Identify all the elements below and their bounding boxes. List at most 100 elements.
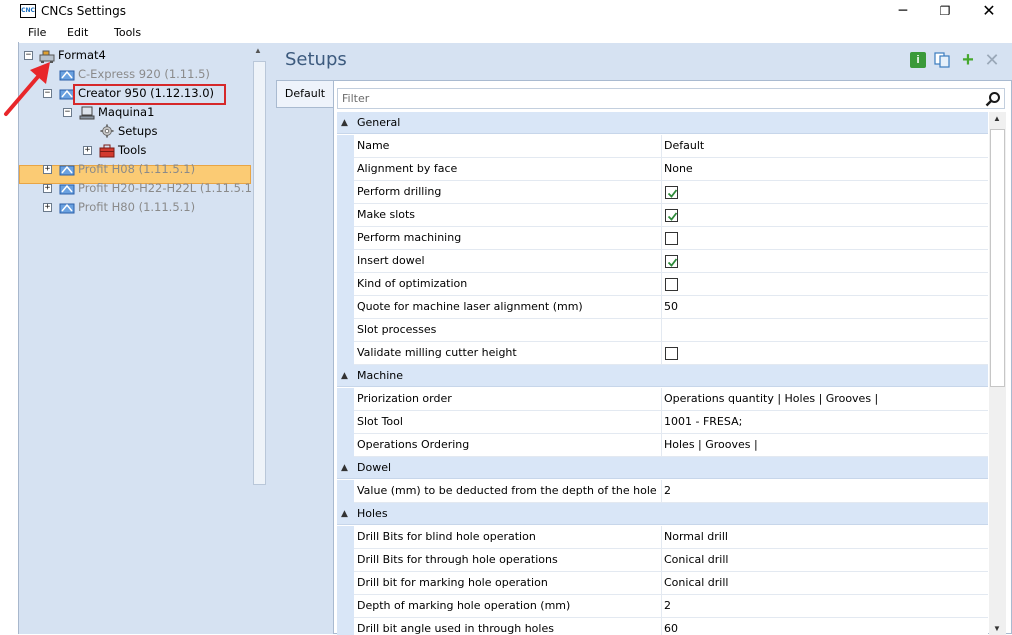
property-row[interactable]: Drill Bits for through hole operations Co…: [337, 549, 988, 572]
checkbox-checked[interactable]: [665, 209, 678, 222]
expand-icon[interactable]: +: [43, 184, 52, 193]
search-icon[interactable]: [985, 91, 1001, 107]
property-row[interactable]: Priorization order Operations quantity | …: [337, 388, 988, 411]
gear-icon: [100, 124, 114, 138]
machine-icon: [79, 106, 95, 120]
collapse-icon[interactable]: ▲: [341, 503, 348, 525]
property-row[interactable]: Kind of optimization: [337, 273, 988, 296]
collapse-icon[interactable]: ▲: [341, 112, 348, 134]
property-row[interactable]: Alignment by face None: [337, 158, 988, 181]
property-value[interactable]: Default: [664, 135, 704, 157]
maximize-button[interactable]: ❐: [922, 0, 968, 24]
property-value[interactable]: 60: [664, 618, 678, 635]
property-value[interactable]: 2: [664, 480, 671, 502]
minimize-button[interactable]: ─: [880, 0, 926, 24]
menu-file[interactable]: File: [28, 26, 46, 39]
category-label: Dowel: [357, 461, 392, 474]
grid-scrollbar[interactable]: ▲ ▼: [989, 112, 1006, 635]
tree-item-profit-h20[interactable]: + Profit H20-H22-H22L (1.11.5.1): [19, 179, 256, 198]
checkbox-checked[interactable]: [665, 186, 678, 199]
tab-default[interactable]: Default: [276, 80, 333, 108]
property-value[interactable]: None: [664, 158, 693, 180]
property-value[interactable]: Operations quantity | Holes | Grooves |: [664, 388, 878, 410]
scroll-up-icon[interactable]: ▲: [993, 114, 1001, 123]
property-row[interactable]: Perform machining: [337, 227, 988, 250]
collapse-icon[interactable]: ▲: [341, 365, 348, 387]
tree-item-profit-h80[interactable]: + Profit H80 (1.11.5.1): [19, 198, 249, 217]
tree-item-setups[interactable]: Setups: [19, 122, 249, 141]
category-general[interactable]: ▲ General: [337, 112, 988, 134]
menu-tools[interactable]: Tools: [114, 26, 141, 39]
property-row[interactable]: Insert dowel: [337, 250, 988, 273]
property-value[interactable]: Holes | Grooves |: [664, 434, 758, 456]
property-row[interactable]: Slot Tool 1001 - FRESA;: [337, 411, 988, 434]
delete-icon[interactable]: ✕: [984, 51, 1000, 69]
collapse-icon[interactable]: −: [63, 108, 72, 117]
property-name: Perform machining: [357, 231, 462, 244]
property-row[interactable]: Validate milling cutter height: [337, 342, 988, 365]
checkbox-unchecked[interactable]: [665, 232, 678, 245]
scroll-up-icon[interactable]: ▲: [254, 46, 262, 55]
tree-scrollbar[interactable]: ▲: [251, 43, 268, 634]
tree-label: Profit H80 (1.11.5.1): [78, 200, 196, 214]
check-icon: [667, 258, 678, 267]
category-label: General: [357, 116, 401, 129]
property-row[interactable]: Name Default: [337, 135, 988, 158]
expand-icon[interactable]: +: [83, 146, 92, 155]
cnc-icon: [59, 165, 75, 176]
property-row[interactable]: Drill Bits for blind hole operation Norma…: [337, 526, 988, 549]
property-grid: ▲ General Name Default Alignment by face N…: [337, 112, 988, 635]
tree-label: C-Express 920 (1.11.5): [78, 67, 210, 81]
property-row[interactable]: Value (mm) to be deducted from the depth…: [337, 480, 988, 503]
checkbox-unchecked[interactable]: [665, 278, 678, 291]
property-row[interactable]: Perform drilling: [337, 181, 988, 204]
tree-item-profit-h08[interactable]: + Profit H08 (1.11.5.1): [19, 160, 249, 179]
cnc-icon: [59, 184, 75, 195]
filter-input[interactable]: Filter: [337, 88, 1005, 109]
check-icon: [667, 212, 678, 221]
property-row[interactable]: Operations Ordering Holes | Grooves |: [337, 434, 988, 457]
cnc-icon: [59, 203, 75, 214]
app-icon: CNC: [20, 4, 36, 18]
property-value[interactable]: 2: [664, 595, 671, 617]
tree-label: Maquina1: [98, 105, 155, 119]
property-row[interactable]: Make slots: [337, 204, 988, 227]
checkbox-unchecked[interactable]: [665, 347, 678, 360]
tab-strip: [276, 80, 333, 634]
menu-edit[interactable]: Edit: [67, 26, 88, 39]
cnc-icon: [59, 70, 75, 81]
info-icon[interactable]: i: [910, 52, 926, 68]
tree-item-tools[interactable]: + Tools: [19, 141, 249, 160]
title-bar[interactable]: CNC CNCs Settings ─ ❐ ✕: [0, 0, 1012, 24]
app-window: CNC CNCs Settings ─ ❐ ✕ File Edit Tools …: [0, 0, 1012, 635]
property-value[interactable]: Conical drill: [664, 549, 728, 571]
property-name: Value (mm) to be deducted from the depth…: [357, 484, 657, 497]
property-name: Validate milling cutter height: [357, 346, 517, 359]
checkbox-checked[interactable]: [665, 255, 678, 268]
property-value[interactable]: Conical drill: [664, 572, 728, 594]
property-row[interactable]: Drill bit for marking hole operation Coni…: [337, 572, 988, 595]
expand-icon[interactable]: +: [43, 165, 52, 174]
property-row[interactable]: Depth of marking hole operation (mm) 2: [337, 595, 988, 618]
property-row[interactable]: Quote for machine laser alignment (mm) 50: [337, 296, 988, 319]
scroll-down-icon[interactable]: ▼: [993, 624, 1001, 633]
copy-icon[interactable]: [934, 52, 950, 68]
add-icon[interactable]: +: [960, 50, 976, 70]
property-row[interactable]: Drill bit angle used in through holes 60: [337, 618, 988, 635]
tree-scroll-thumb[interactable]: [253, 61, 266, 485]
tree-label: Profit H08 (1.11.5.1): [78, 162, 196, 176]
property-value[interactable]: Normal drill: [664, 526, 728, 548]
property-value[interactable]: 50: [664, 296, 678, 318]
property-name: Priorization order: [357, 392, 452, 405]
grid-scroll-thumb[interactable]: [990, 129, 1005, 387]
category-dowel[interactable]: ▲ Dowel: [337, 457, 988, 479]
category-holes[interactable]: ▲ Holes: [337, 503, 988, 525]
category-machine[interactable]: ▲ Machine: [337, 365, 988, 387]
property-row[interactable]: Slot processes: [337, 319, 988, 342]
expand-icon[interactable]: +: [43, 203, 52, 212]
collapse-icon[interactable]: ▲: [341, 457, 348, 479]
tree-label-format4: Format4: [58, 48, 106, 62]
property-name: Quote for machine laser alignment (mm): [357, 300, 583, 313]
close-button[interactable]: ✕: [966, 0, 1012, 24]
property-value[interactable]: 1001 - FRESA;: [664, 411, 742, 433]
